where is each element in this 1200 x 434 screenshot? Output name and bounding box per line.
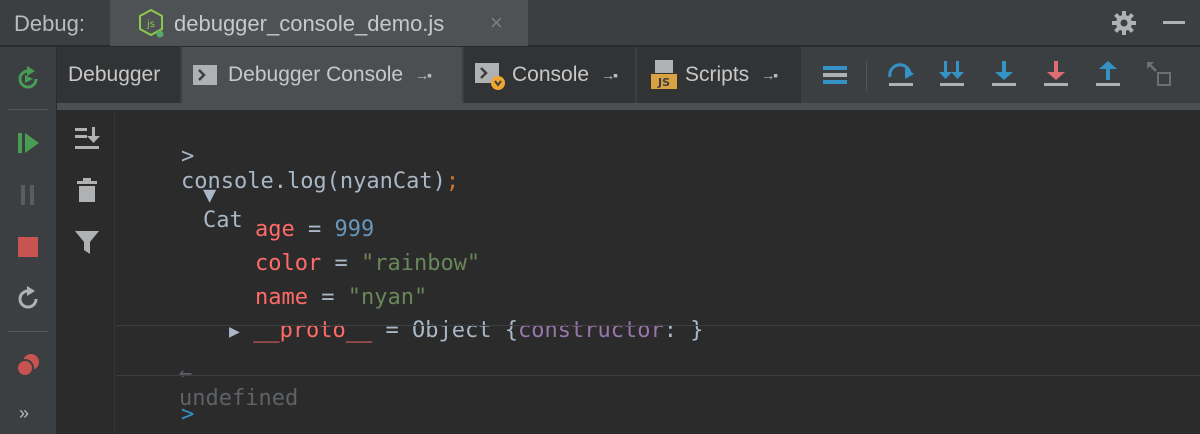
pause-icon[interactable] — [14, 181, 42, 209]
console-side-toolbar — [57, 110, 115, 434]
step-over-icon[interactable] — [886, 59, 916, 89]
tab-debugger[interactable]: Debugger — [57, 47, 180, 103]
tab-underline — [57, 103, 1200, 110]
pin-tab-icon[interactable]: →▪ — [761, 67, 778, 83]
result-text: undefined — [178, 386, 299, 411]
close-tab-icon[interactable]: × — [490, 10, 503, 36]
step-into-my-code-icon[interactable] — [937, 59, 967, 89]
breakpoints-icon[interactable] — [14, 351, 42, 379]
restart-icon[interactable] — [14, 285, 42, 313]
svg-text:JS: JS — [657, 76, 670, 89]
title-bar: Debug: js debugger_console_demo.js × — [0, 0, 1200, 46]
rerun-icon[interactable] — [14, 65, 42, 93]
debug-tab-strip: Debugger Debugger Console →▪ Console →▪ … — [57, 47, 1200, 103]
tab-title: debugger_console_demo.js — [174, 11, 445, 36]
resume-icon[interactable] — [14, 129, 42, 157]
step-into-icon[interactable] — [989, 59, 1019, 89]
trash-icon[interactable] — [73, 176, 101, 204]
console-icon — [193, 65, 217, 85]
input-prompt: > — [180, 402, 195, 427]
scripts-icon: JS — [651, 60, 677, 89]
more-actions-icon[interactable]: » — [19, 403, 29, 424]
debug-label: Debug: — [14, 11, 85, 36]
console-output[interactable]: > console.log(nyanCat); ▼ Cat age = 999 … — [116, 110, 1200, 434]
tab-console[interactable]: Console →▪ — [464, 47, 635, 103]
pin-tab-icon[interactable]: →▪ — [415, 67, 432, 83]
run-to-cursor-icon[interactable] — [1144, 59, 1174, 89]
command-semicolon: ; — [445, 169, 460, 194]
filter-icon[interactable] — [73, 228, 101, 256]
tab-scripts[interactable]: JS Scripts →▪ — [637, 47, 801, 103]
minimize-icon[interactable] — [1163, 21, 1185, 24]
nodejs-icon: js — [139, 8, 164, 38]
pin-tab-icon[interactable]: →▪ — [601, 67, 618, 83]
input-line[interactable]: > — [128, 377, 194, 434]
svg-text:js: js — [146, 19, 155, 30]
show-execution-point-icon[interactable] — [821, 61, 849, 89]
stop-icon[interactable] — [14, 233, 42, 261]
console-warning-icon — [475, 63, 505, 90]
tab-debugger-console[interactable]: Debugger Console →▪ — [182, 47, 462, 103]
left-toolbar: » — [0, 47, 57, 434]
force-step-into-icon[interactable] — [1041, 59, 1071, 89]
step-out-icon[interactable] — [1093, 59, 1123, 89]
file-tab[interactable]: js debugger_console_demo.js — [110, 0, 528, 46]
scroll-to-end-icon[interactable] — [73, 124, 101, 152]
gear-icon[interactable] — [1111, 10, 1137, 36]
